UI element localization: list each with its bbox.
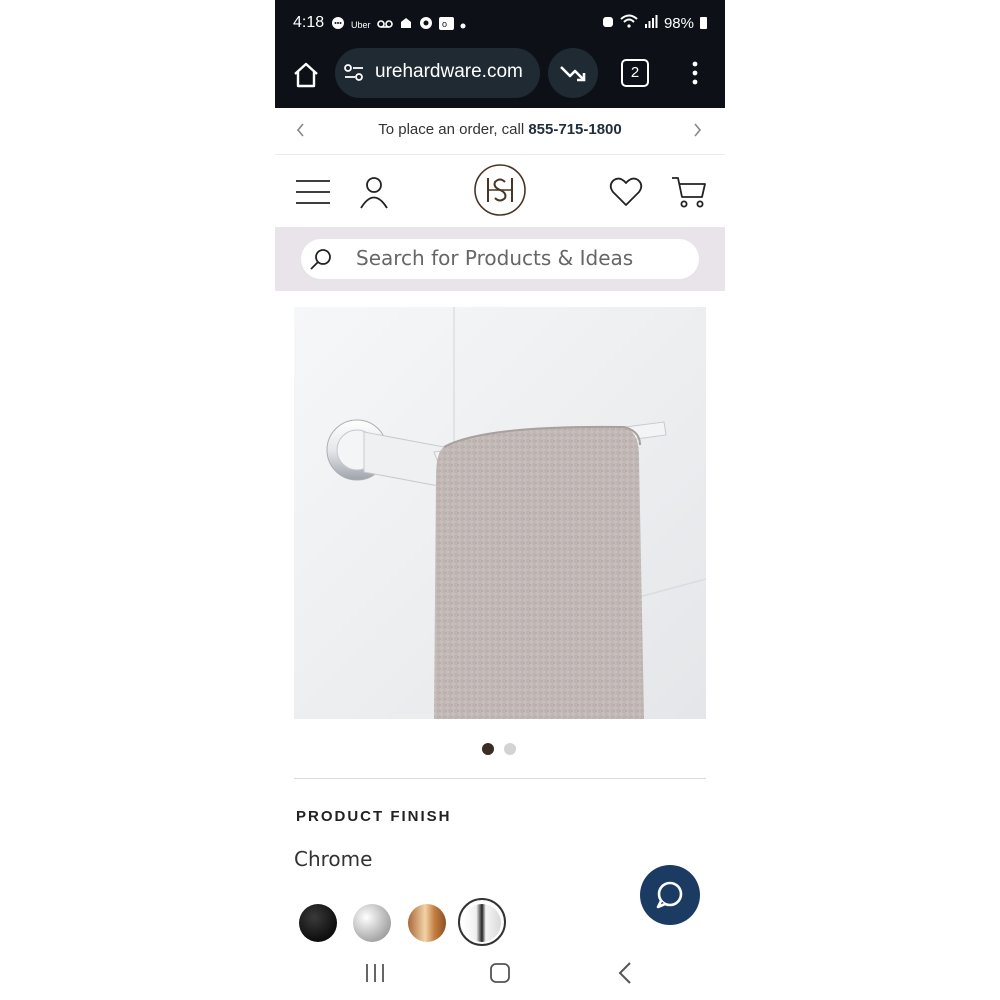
search-input[interactable] [356, 246, 686, 270]
product-finish-heading: PRODUCT FINISH [296, 808, 452, 825]
svg-text:o: o [442, 19, 447, 29]
app-icon [399, 16, 413, 33]
site-logo[interactable] [473, 163, 527, 217]
product-image[interactable] [294, 307, 706, 719]
system-home-icon[interactable] [489, 962, 511, 984]
wishlist-heart-icon[interactable] [609, 177, 643, 207]
cart-icon[interactable] [671, 175, 707, 209]
address-bar[interactable]: urehardware.com [335, 48, 540, 98]
gallery-dot-2[interactable] [504, 743, 516, 755]
browser-toolbar: urehardware.com 2 [275, 46, 725, 108]
battery-icon [700, 17, 707, 29]
wifi-icon [620, 14, 638, 32]
system-back-icon[interactable] [617, 960, 633, 986]
status-right: 98% [602, 14, 707, 32]
uber-icon: Uber [351, 19, 371, 30]
battery-level: 98% [663, 14, 694, 32]
signal-icon [644, 14, 658, 32]
promo-text: To place an order, call 855-715-1800 [275, 121, 725, 138]
price-tracking-button[interactable] [548, 48, 598, 98]
phone-screen: 4:18 Uber o 98% urehardware.com 2 To pla… [275, 0, 725, 1000]
status-bar: 4:18 Uber o 98% [275, 0, 725, 50]
hamburger-menu-icon[interactable] [295, 178, 331, 206]
chrome-icon [419, 16, 433, 33]
chat-button[interactable] [640, 865, 700, 925]
alarm-icon [602, 14, 614, 32]
voicemail-icon [376, 18, 393, 32]
swatch-brushed-nickel[interactable] [353, 904, 391, 942]
gallery-dot-1[interactable] [482, 743, 494, 755]
promo-message: To place an order, call [378, 121, 529, 138]
status-time: 4:18 [293, 14, 325, 31]
more-notifications-dot [460, 18, 466, 32]
chat-bubble-icon [656, 881, 683, 909]
system-nav-bar [275, 948, 725, 1000]
home-icon[interactable] [289, 58, 323, 92]
more-menu-icon[interactable] [685, 58, 705, 88]
promo-banner: To place an order, call 855-715-1800 [275, 108, 725, 155]
search-band [275, 227, 725, 291]
gallery-pagination [482, 743, 516, 755]
swatch-brushed-gold[interactable] [408, 904, 446, 942]
tab-switcher-button[interactable]: 2 [621, 59, 649, 87]
swatch-matte-black[interactable] [299, 904, 337, 942]
towel-ring-photo [294, 307, 706, 719]
recent-apps-icon[interactable] [363, 962, 387, 984]
url-text[interactable]: urehardware.com [375, 61, 523, 83]
section-divider [294, 778, 706, 779]
promo-next-icon[interactable] [687, 120, 707, 140]
search-box[interactable] [301, 239, 699, 279]
finish-swatches [297, 898, 557, 948]
promo-phone-link[interactable]: 855-715-1800 [528, 121, 621, 138]
notification-icons: Uber o [331, 16, 466, 33]
account-icon[interactable] [359, 175, 389, 209]
site-header [275, 155, 725, 227]
swatch-chrome[interactable] [463, 904, 501, 942]
outlook-icon: o [438, 16, 454, 33]
messages-icon [331, 16, 345, 33]
site-settings-icon[interactable] [343, 62, 365, 84]
search-icon[interactable] [309, 247, 333, 271]
selected-finish-label: Chrome [294, 847, 373, 871]
